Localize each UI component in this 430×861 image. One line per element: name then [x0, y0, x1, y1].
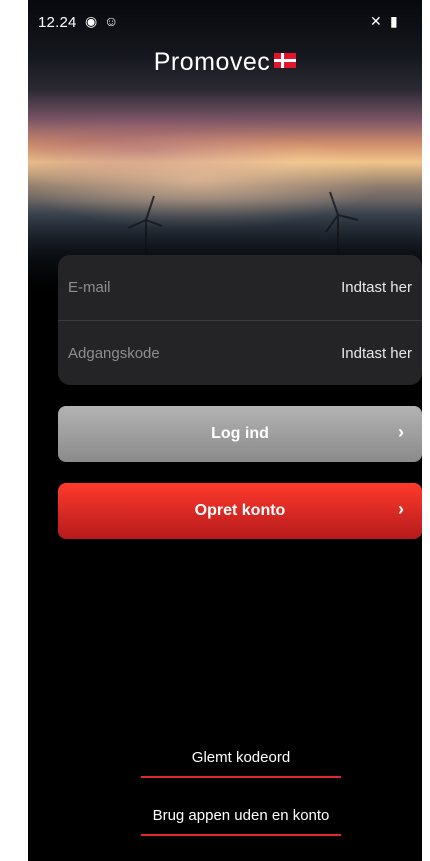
- brand-logo: Promovec: [28, 48, 422, 77]
- create-account-button[interactable]: Opret konto ›: [58, 483, 422, 539]
- brand-logo-text: Promovec: [153, 48, 271, 76]
- login-button[interactable]: Log ind ›: [58, 406, 422, 462]
- app-screen: 12.24 ◉ ☺ ✕ ▮ Promovec E-mail Indtast he…: [28, 0, 422, 861]
- mute-icon: ✕: [370, 13, 382, 29]
- use-without-account-link[interactable]: Brug appen uden en konto: [141, 807, 341, 836]
- chevron-right-icon: ›: [398, 499, 404, 519]
- signal-icon: ▮: [390, 13, 398, 29]
- create-account-button-label: Opret konto: [194, 502, 286, 519]
- chevron-right-icon: ›: [398, 422, 404, 442]
- forgot-password-link[interactable]: Glemt kodeord: [141, 749, 341, 778]
- messenger-icon: ◉: [85, 13, 98, 29]
- email-field[interactable]: E-mail Indtast her: [58, 255, 422, 320]
- danish-flag-icon: [274, 53, 297, 68]
- email-label: E-mail: [68, 279, 111, 296]
- email-input-placeholder[interactable]: Indtast her: [341, 279, 412, 296]
- login-button-label: Log ind: [211, 425, 269, 442]
- status-bar: 12.24 ◉ ☺ ✕ ▮: [28, 0, 422, 40]
- password-input-placeholder[interactable]: Indtast her: [341, 345, 412, 362]
- password-field[interactable]: Adgangskode Indtast her: [58, 320, 422, 385]
- login-form-card: E-mail Indtast her Adgangskode Indtast h…: [58, 255, 422, 385]
- status-time: 12.24: [38, 14, 77, 31]
- emoji-icon: ☺: [104, 13, 119, 29]
- password-label: Adgangskode: [68, 344, 160, 362]
